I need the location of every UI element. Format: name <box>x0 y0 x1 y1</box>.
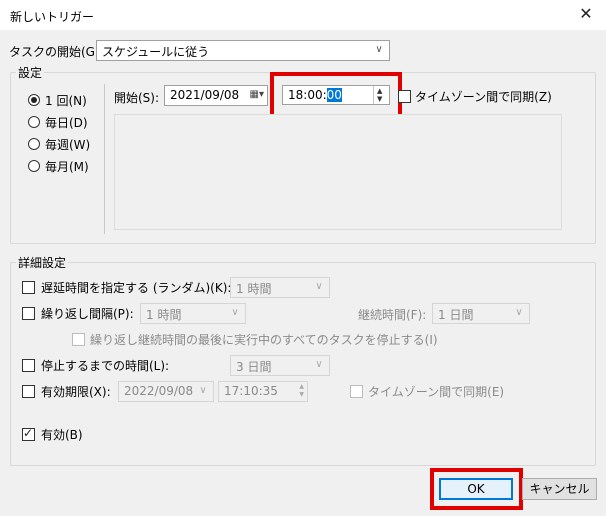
sync-timezone-checkbox[interactable] <box>398 90 411 103</box>
expire-sync-label: タイムゾーン間で同期(E) <box>368 385 505 399</box>
delay-select[interactable]: 1 時間 ∨ <box>230 277 330 298</box>
enabled-label[interactable]: 有効(B) <box>41 426 83 443</box>
start-date-value: 2021/09/08 <box>170 88 240 102</box>
repeat-interval-value: 1 時間 <box>146 308 182 322</box>
stop-after-value: 3 日間 <box>236 360 272 374</box>
advanced-group-title: 詳細設定 <box>16 254 69 271</box>
repeat-duration-label: 継続時間(F): <box>358 308 427 322</box>
chevron-down-icon: ∨ <box>515 307 523 318</box>
start-time-prefix: 18:00: <box>288 88 327 102</box>
radio-daily-label[interactable]: 毎日(D) <box>45 114 88 131</box>
task-start-select[interactable]: スケジュールに従う ∨ <box>96 40 390 61</box>
repeat-duration-select[interactable]: 1 日間 ∨ <box>432 303 530 324</box>
stop-all-label: 繰り返し継続時間の最後に実行中のすべてのタスクを停止する(I) <box>90 333 438 347</box>
radio-monthly[interactable] <box>28 160 40 172</box>
chevron-down-icon: ∨ <box>375 44 383 55</box>
settings-divider <box>104 84 105 234</box>
start-time-input[interactable]: 18:00:00 ▲ ▼ <box>282 85 390 105</box>
stop-after-select[interactable]: 3 日間 ∨ <box>230 355 330 376</box>
delay-checkbox[interactable] <box>22 281 35 294</box>
start-date-picker[interactable]: 2021/09/08 ▦▾ <box>164 85 268 106</box>
expire-date-value: 2022/09/08 <box>124 384 194 398</box>
time-spinner-icon: ▲ ▼ <box>299 383 304 398</box>
stop-all-checkbox[interactable] <box>72 333 85 346</box>
delay-value: 1 時間 <box>236 282 272 296</box>
chevron-down-icon: ∨ <box>199 385 207 396</box>
cancel-button[interactable]: キャンセル <box>522 478 597 500</box>
expire-time-input[interactable]: 17:10:35 ▲ ▼ <box>218 381 308 402</box>
settings-group-title: 設定 <box>16 64 45 81</box>
radio-once-label[interactable]: 1 回(N) <box>45 92 87 109</box>
time-spinner[interactable]: ▲ ▼ <box>373 86 389 104</box>
checkmark-icon: ✓ <box>23 426 34 440</box>
ok-button[interactable]: OK <box>439 478 513 500</box>
radio-once[interactable] <box>28 94 40 106</box>
delay-label[interactable]: 遅延時間を指定する (ランダム)(K): <box>41 279 231 296</box>
chevron-down-icon: ∨ <box>315 359 323 370</box>
chevron-down-icon: ∨ <box>315 281 323 292</box>
radio-weekly-label[interactable]: 毎週(W) <box>45 136 90 153</box>
calendar-dropdown-icon: ▦▾ <box>249 89 264 100</box>
radio-weekly[interactable] <box>28 138 40 150</box>
start-label: 開始(S): <box>114 91 160 105</box>
close-icon[interactable]: ✕ <box>573 3 599 25</box>
expire-sync-checkbox[interactable] <box>350 385 363 398</box>
start-time-selected: 00 <box>326 88 342 102</box>
expire-checkbox[interactable] <box>22 385 35 398</box>
repeat-checkbox[interactable] <box>22 307 35 320</box>
spin-up-icon[interactable]: ▲ <box>377 87 382 95</box>
expire-time-value: 17:10:35 <box>224 384 278 398</box>
stop-after-checkbox[interactable] <box>22 359 35 372</box>
sync-timezone-label[interactable]: タイムゾーン間で同期(Z) <box>415 88 552 105</box>
radio-selected-dot <box>31 97 37 103</box>
task-start-label: タスクの開始(G): <box>9 45 104 59</box>
repeat-label[interactable]: 繰り返し間隔(P): <box>41 305 134 322</box>
spin-down-icon[interactable]: ▼ <box>377 95 382 103</box>
expire-label[interactable]: 有効期限(X): <box>41 383 111 400</box>
recurrence-options-panel <box>114 114 562 230</box>
repeat-interval-select[interactable]: 1 時間 ∨ <box>140 303 246 324</box>
radio-monthly-label[interactable]: 毎月(M) <box>45 158 89 175</box>
window-title: 新しいトリガー <box>10 10 95 24</box>
task-start-value: スケジュールに従う <box>102 45 210 59</box>
enabled-checkbox[interactable]: ✓ <box>22 426 35 441</box>
radio-daily[interactable] <box>28 116 40 128</box>
stop-after-label[interactable]: 停止するまでの時間(L): <box>41 357 169 374</box>
repeat-duration-value: 1 日間 <box>438 308 474 322</box>
expire-date-picker[interactable]: 2022/09/08 ∨ <box>118 381 214 402</box>
chevron-down-icon: ∨ <box>231 307 239 318</box>
